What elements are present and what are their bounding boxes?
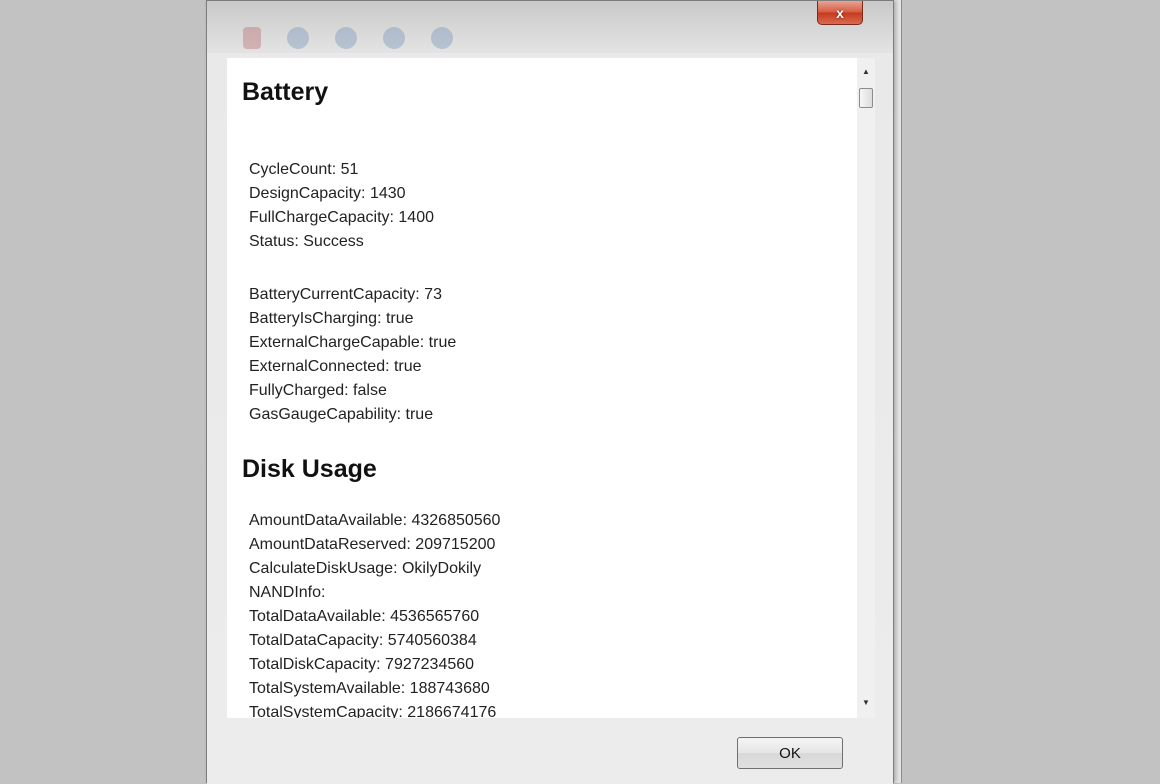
- property-line: CycleCount: 51: [249, 161, 359, 178]
- property-line: DesignCapacity: 1430: [249, 185, 406, 202]
- info-content[interactable]: Battery CycleCount: 51 DesignCapacity: 1…: [227, 58, 857, 718]
- toolbar-icon: [335, 27, 357, 49]
- close-icon: x: [836, 4, 844, 21]
- battery-heading: Battery: [242, 78, 329, 106]
- scroll-up-arrow-icon[interactable]: ▲: [857, 63, 875, 81]
- property-line: AmountDataAvailable: 4326850560: [249, 512, 501, 529]
- battery-details-group: BatteryCurrentCapacity: 73 BatteryIsChar…: [249, 283, 456, 427]
- property-line: FullChargeCapacity: 1400: [249, 209, 434, 226]
- property-line: ExternalChargeCapable: true: [249, 334, 457, 351]
- property-line: CalculateDiskUsage: OkilyDokily: [249, 560, 482, 577]
- toolbar-icon: [287, 27, 309, 49]
- property-line: BatteryCurrentCapacity: 73: [249, 286, 442, 303]
- dialog-footer: OK: [207, 718, 893, 784]
- property-line: AmountDataReserved: 209715200: [249, 536, 496, 553]
- close-button[interactable]: x: [817, 1, 863, 25]
- device-info-dialog: x Battery CycleCount: 51 DesignCapacity:…: [206, 0, 894, 784]
- background-toolbar-icons: [243, 27, 563, 49]
- property-line: TotalSystemAvailable: 188743680: [249, 680, 490, 697]
- property-line: TotalSystemCapacity: 2186674176: [249, 704, 497, 718]
- toolbar-icon: [431, 27, 453, 49]
- disk-usage-group: AmountDataAvailable: 4326850560 AmountDa…: [249, 509, 500, 718]
- property-line: TotalDiskCapacity: 7927234560: [249, 656, 475, 673]
- property-line: NANDInfo:: [249, 584, 326, 601]
- scroll-down-arrow-icon[interactable]: ▼: [857, 694, 875, 712]
- disk-usage-heading: Disk Usage: [242, 455, 377, 483]
- title-bar: x: [207, 1, 893, 53]
- property-line: TotalDataCapacity: 5740560384: [249, 632, 477, 649]
- property-line: ExternalConnected: true: [249, 358, 422, 375]
- property-line: Status: Success: [249, 233, 364, 250]
- scroll-thumb[interactable]: [859, 88, 873, 108]
- toolbar-icon: [383, 27, 405, 49]
- property-line: TotalDataAvailable: 4536565760: [249, 608, 480, 625]
- vertical-scrollbar[interactable]: ▲ ▼: [857, 58, 875, 718]
- battery-summary-group: CycleCount: 51 DesignCapacity: 1430 Full…: [249, 158, 434, 254]
- ok-button[interactable]: OK: [737, 737, 843, 769]
- property-line: BatteryIsCharging: true: [249, 310, 414, 327]
- toolbar-icon: [243, 27, 261, 49]
- property-line: FullyCharged: false: [249, 382, 387, 399]
- property-line: GasGaugeCapability: true: [249, 406, 434, 423]
